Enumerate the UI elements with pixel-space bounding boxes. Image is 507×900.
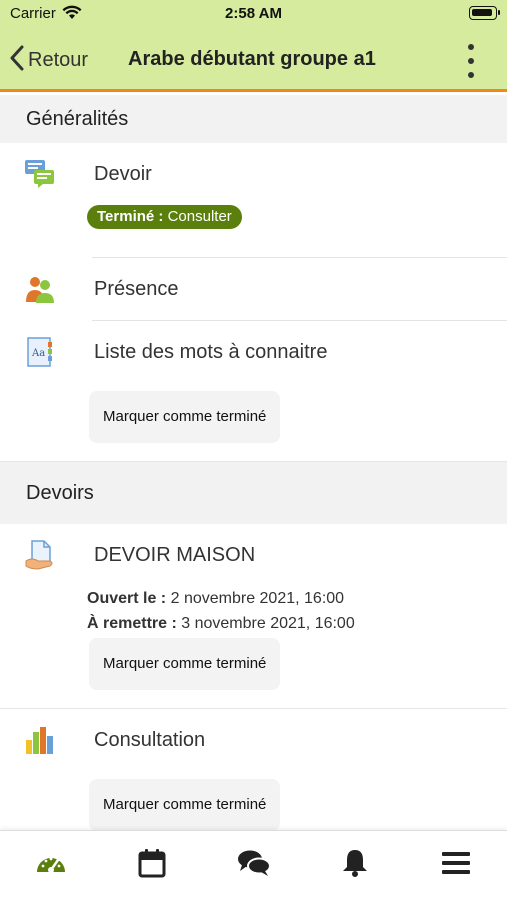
feedback-chart-icon bbox=[24, 724, 56, 756]
completion-action: Consulter bbox=[167, 208, 232, 225]
mark-complete-button[interactable]: Marquer comme terminé bbox=[89, 391, 281, 443]
more-options-button[interactable] bbox=[463, 44, 479, 78]
mark-complete-button[interactable]: Marquer comme terminé bbox=[89, 638, 281, 690]
section-header: Généralités bbox=[0, 95, 507, 143]
dot bbox=[468, 58, 474, 64]
hamburger-menu-icon bbox=[442, 851, 471, 880]
completion-label: Terminé : bbox=[97, 208, 164, 225]
module-devoir-maison[interactable]: DEVOIR MAISON Ouvert le : 2 novembre 202… bbox=[0, 524, 507, 709]
back-label: Retour bbox=[28, 48, 89, 71]
due-date-row: À remettre : 3 novembre 2021, 16:00 bbox=[87, 611, 507, 636]
navigation-bar: Retour Arabe débutant groupe a1 bbox=[0, 30, 507, 92]
battery-icon bbox=[469, 6, 500, 20]
dot bbox=[468, 72, 474, 78]
opened-date: 2 novembre 2021, 16:00 bbox=[170, 590, 345, 607]
back-button[interactable]: Retour bbox=[10, 44, 88, 76]
due-date: 3 novembre 2021, 16:00 bbox=[181, 615, 355, 632]
chevron-left-icon bbox=[10, 45, 24, 76]
tab-dashboard[interactable] bbox=[0, 831, 101, 900]
module-title: Présence bbox=[94, 277, 179, 300]
module-consultation[interactable]: Consultation Marquer comme terminé bbox=[0, 709, 507, 830]
module-title: Liste des mots à connaitre bbox=[94, 340, 328, 363]
clock: 2:58 AM bbox=[225, 5, 282, 22]
assignment-dates: Ouvert le : 2 novembre 2021, 16:00 À rem… bbox=[87, 586, 507, 636]
due-label: À remettre : bbox=[87, 615, 177, 632]
course-content[interactable]: Généralités Devoir Terminé : Consulter P… bbox=[0, 95, 507, 830]
module-title: Devoir bbox=[94, 162, 152, 185]
opened-date-row: Ouvert le : 2 novembre 2021, 16:00 bbox=[87, 586, 507, 611]
module-devoir[interactable]: Devoir Terminé : Consulter bbox=[0, 143, 507, 258]
section-header: Devoirs bbox=[0, 462, 507, 524]
bell-icon bbox=[341, 848, 369, 883]
completion-badge[interactable]: Terminé : Consulter bbox=[87, 205, 242, 229]
divider bbox=[0, 461, 507, 462]
assignment-icon bbox=[24, 158, 56, 190]
dashboard-icon bbox=[35, 850, 67, 881]
tab-bar bbox=[0, 830, 507, 900]
page-title: Arabe débutant groupe a1 bbox=[128, 48, 376, 70]
dot bbox=[468, 44, 474, 50]
module-liste-des-mots[interactable]: Aa Liste des mots à connaitre Marquer co… bbox=[0, 321, 507, 462]
module-title: Consultation bbox=[94, 728, 206, 751]
status-bar: Carrier 2:58 AM bbox=[0, 0, 507, 30]
svg-text:Aa: Aa bbox=[31, 348, 45, 359]
attendance-icon bbox=[24, 273, 56, 305]
module-presence[interactable]: Présence bbox=[0, 258, 507, 321]
mark-complete-button[interactable]: Marquer comme terminé bbox=[89, 779, 281, 830]
tab-messages[interactable] bbox=[203, 831, 304, 900]
messages-icon bbox=[237, 849, 271, 882]
opened-label: Ouvert le : bbox=[87, 590, 167, 607]
calendar-icon bbox=[138, 848, 166, 883]
tab-calendar[interactable] bbox=[101, 831, 202, 900]
tab-notifications[interactable] bbox=[304, 831, 405, 900]
module-title: DEVOIR MAISON bbox=[94, 543, 256, 566]
glossary-icon: Aa bbox=[24, 336, 56, 368]
tab-menu[interactable] bbox=[406, 831, 507, 900]
assignment-submit-icon bbox=[24, 539, 56, 571]
